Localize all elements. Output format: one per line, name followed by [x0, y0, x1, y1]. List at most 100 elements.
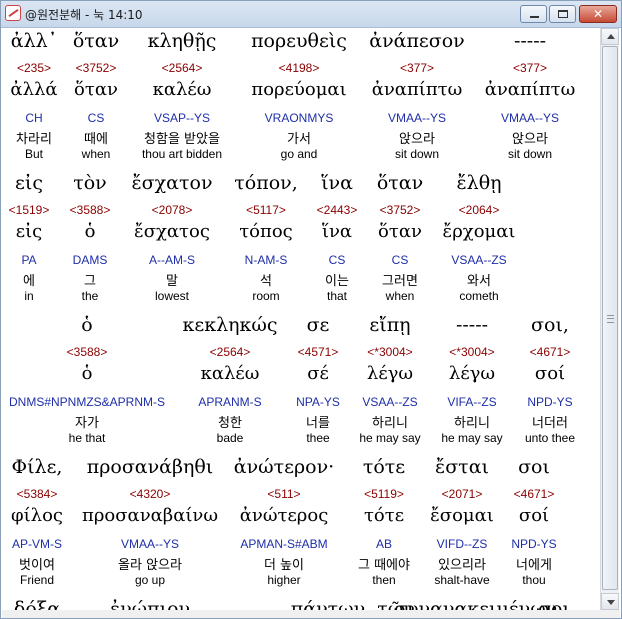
strong-number[interactable]: <235>: [2, 61, 66, 75]
strong-number[interactable]: <1519>: [2, 203, 56, 217]
lemma: ὁ: [84, 221, 96, 242]
greek-word: ἀνώτερον·: [233, 456, 335, 478]
word-cell[interactable]: Φίλε, <5384> φίλος AP-VM-S 벗이여 Friend: [2, 456, 72, 596]
lemma: προσαναβαίνω: [82, 505, 219, 526]
title-bar[interactable]: @원전분해 - 눅 14:10 ✕: [1, 1, 621, 28]
word-cell[interactable]: ὁ <3588> ὁ DNMS#NPNMZS&APRNM-S 자가 he tha…: [2, 314, 172, 454]
word-cell[interactable]: τὸν <3588> ὁ DAMS 그 the: [60, 172, 120, 312]
word-cell[interactable]: σοι <4671> σοί NPD-YS 너에게 thou: [502, 456, 566, 596]
strong-number[interactable]: <3752>: [64, 61, 128, 75]
word-cell[interactable]: εἴπῃ <*3004> λέγω VSAA--ZS 하리니 he may sa…: [352, 314, 428, 454]
korean-gloss: 너더러: [532, 416, 568, 431]
lemma: πορεύομαι: [251, 79, 347, 100]
strong-number[interactable]: <4571>: [286, 345, 350, 359]
close-button[interactable]: ✕: [579, 5, 617, 23]
korean-gloss: 더 높이: [263, 558, 304, 573]
parse-code: VSAP--YS: [153, 111, 210, 125]
word-cell[interactable]: εἰς <1519> εἰς PA 에 in: [2, 172, 56, 312]
word-cell[interactable]: ----- <*3004> λέγω VIFA--ZS 하리니 he may s…: [434, 314, 510, 454]
strong-number[interactable]: <3588>: [2, 345, 172, 359]
minimize-button[interactable]: [520, 5, 547, 23]
greek-word: ὅταν: [72, 30, 120, 52]
scroll-up-button[interactable]: [601, 28, 619, 45]
strong-number[interactable]: <4198>: [242, 61, 356, 75]
parse-code: VSAA--ZS: [451, 253, 507, 267]
parse-code: VMAA--YS: [500, 111, 559, 125]
strong-number[interactable]: <2071>: [426, 487, 498, 501]
word-cell[interactable]: ----- <377> ἀναπίπτω VMAA--YS 앉으라 sit do…: [480, 30, 580, 170]
verse-row: ὁ <3588> ὁ DNMS#NPNMZS&APRNM-S 자가 he tha…: [2, 314, 600, 454]
english-gloss: when: [81, 147, 111, 161]
word-cell[interactable]: σε <4571> σέ NPA-YS 너를 thee: [286, 314, 350, 454]
english-gloss: go and: [280, 147, 318, 161]
korean-gloss: 때에: [84, 132, 108, 147]
word-cell[interactable]: ἵνα <2443> ἵνα CS 이는 that: [308, 172, 366, 312]
word-cell[interactable]: σοι, <4671> σοί NPD-YS 너더러 unto thee: [512, 314, 588, 454]
korean-gloss: 말: [166, 274, 178, 289]
strong-number[interactable]: <2564>: [180, 345, 280, 359]
strong-number[interactable]: <2064>: [434, 203, 524, 217]
word-cell[interactable]: ἔλθῃ <2064> ἔρχομαι VSAA--ZS 와서 cometh: [434, 172, 524, 312]
lemma: σοί: [534, 363, 566, 384]
strong-number[interactable]: <2078>: [122, 203, 222, 217]
english-gloss: he may say: [359, 431, 421, 445]
word-cell[interactable]: προσανάβηθι <4320> προσαναβαίνω VMAA--YS…: [82, 456, 218, 596]
strong-number[interactable]: <377>: [480, 61, 580, 75]
strong-number[interactable]: <*3004>: [434, 345, 510, 359]
word-cell[interactable]: κεκληκώς <2564> καλέω APRANM-S 청한 bade: [180, 314, 280, 454]
bottom-border: [2, 610, 620, 618]
strong-number[interactable]: <4671>: [502, 487, 566, 501]
greek-word: ἔλθῃ: [456, 172, 502, 194]
korean-gloss: 하리니: [372, 416, 408, 431]
strong-number[interactable]: <4320>: [82, 487, 218, 501]
word-cell[interactable]: ἔσται <2071> ἔσομαι VIFD--ZS 있으리라 shalt-…: [426, 456, 498, 596]
word-cell[interactable]: ἔσχατον <2078> ἔσχατος A--AM-S 말 lowest: [122, 172, 222, 312]
korean-gloss: 너에게: [516, 558, 552, 573]
lemma: ἵνα: [321, 221, 353, 242]
korean-gloss: 청함을 받았을: [144, 132, 220, 147]
strong-number[interactable]: <*3004>: [352, 345, 428, 359]
word-cell[interactable]: ἀλλ᾽ <235> ἀλλά CH 차라리 But: [2, 30, 66, 170]
greek-word: ἀλλ᾽: [10, 30, 58, 52]
partial-verse-row: δόξα ἐνώπιον πάντων τῶν συνανακειμένων σ…: [2, 598, 600, 610]
word-cell[interactable]: ἀνώτερον· <511> ἀνώτερος APMAN-S#ABM 더 높…: [228, 456, 340, 596]
maximize-button[interactable]: [549, 5, 576, 23]
scrollbar-thumb[interactable]: [602, 46, 618, 590]
word-cell[interactable]: τόπον, <5117> τόπος N-AM-S 석 room: [226, 172, 306, 312]
strong-number[interactable]: <377>: [362, 61, 472, 75]
greek-word: δόξα: [13, 598, 61, 610]
word-cell[interactable]: ἀνάπεσον <377> ἀναπίπτω VMAA--YS 앉으라 sit…: [362, 30, 472, 170]
lemma: ἀλλά: [10, 79, 58, 100]
parse-code: DAMS: [72, 253, 108, 267]
word-cell[interactable]: τότε <5119> τότε AB 그 때에야 then: [348, 456, 420, 596]
greek-word: προσανάβηθι: [86, 456, 214, 478]
english-gloss: sit down: [507, 147, 553, 161]
greek-word: κληθῇς: [147, 30, 217, 52]
word-cell[interactable]: κληθῇς <2564> καλέω VSAP--YS 청함을 받았을 tho…: [135, 30, 229, 170]
vertical-scrollbar[interactable]: [600, 28, 619, 610]
strong-number[interactable]: <3588>: [60, 203, 120, 217]
strong-number[interactable]: <4671>: [512, 345, 588, 359]
english-gloss: thou art bidden: [141, 147, 223, 161]
lemma: τότε: [363, 505, 405, 526]
strong-number[interactable]: <2443>: [308, 203, 366, 217]
word-cell[interactable]: πορευθεὶς <4198> πορεύομαι VRAONMYS 가서 g…: [242, 30, 356, 170]
strong-number[interactable]: <2564>: [135, 61, 229, 75]
lemma: φίλος: [11, 505, 63, 526]
english-gloss: when: [385, 289, 415, 303]
strong-number[interactable]: <3752>: [368, 203, 432, 217]
lemma: καλέω: [152, 79, 212, 100]
word-cell[interactable]: ὅταν <3752> ὅταν CS 그러면 when: [368, 172, 432, 312]
strong-number[interactable]: <5119>: [348, 487, 420, 501]
greek-word: ἔσται: [435, 456, 489, 478]
strong-number[interactable]: <5384>: [2, 487, 72, 501]
scroll-down-button[interactable]: [601, 593, 619, 610]
word-cell[interactable]: ὅταν <3752> ὅταν CS 때에 when: [64, 30, 128, 170]
strong-number[interactable]: <511>: [228, 487, 340, 501]
english-gloss: he may say: [441, 431, 503, 445]
strong-number[interactable]: <5117>: [226, 203, 306, 217]
greek-word: -----: [513, 30, 547, 52]
parse-code: VMAA--YS: [387, 111, 446, 125]
korean-gloss: 그: [84, 274, 96, 289]
parse-code: A--AM-S: [149, 253, 195, 267]
